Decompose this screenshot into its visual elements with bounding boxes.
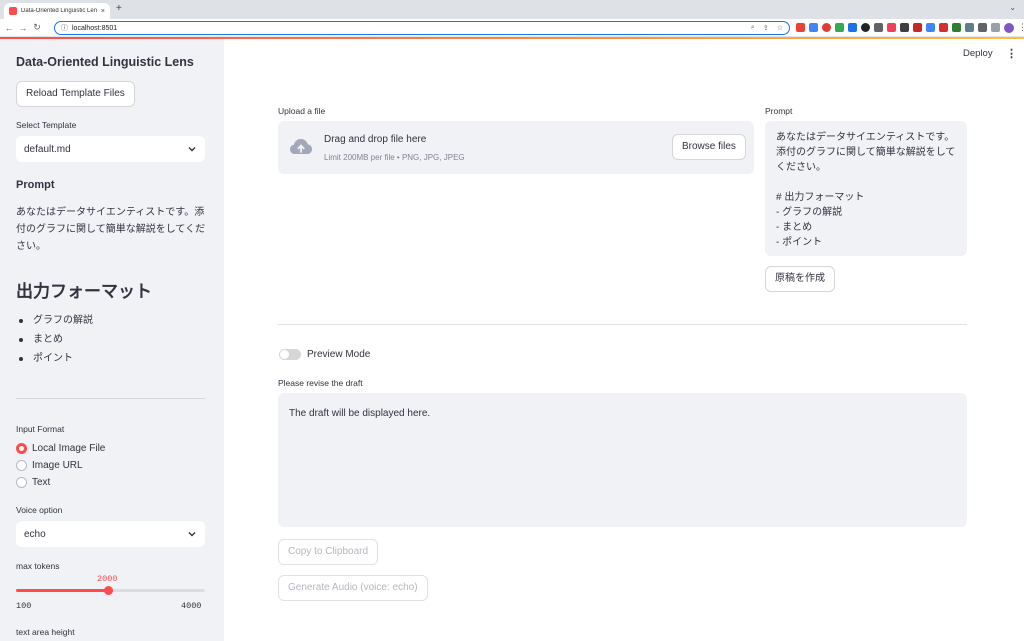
deploy-button[interactable]: Deploy (963, 48, 993, 59)
reload-template-button[interactable]: Reload Template Files (16, 81, 135, 107)
browse-files-button[interactable]: Browse files (672, 134, 746, 160)
app-title: Data-Oriented Linguistic Lens (16, 55, 194, 69)
pocket-extension-icon[interactable] (887, 23, 896, 32)
browser-tab[interactable]: Data-Oriented Linguistic Lens × (4, 3, 110, 19)
draft-textarea[interactable]: The draft will be displayed here. (278, 393, 967, 527)
voice-select[interactable]: echo (16, 521, 205, 547)
bullet-icon (19, 318, 23, 323)
bookmark-star-icon[interactable]: ☆ (777, 24, 783, 32)
radio-selected-icon[interactable] (16, 443, 27, 454)
share-icon[interactable]: ⇪ (763, 24, 769, 32)
extension-icon[interactable] (965, 23, 974, 32)
extension-icon[interactable] (835, 23, 844, 32)
extension-icon[interactable] (822, 23, 831, 32)
radio-text[interactable]: Text (16, 477, 50, 488)
max-tokens-slider[interactable] (16, 586, 205, 595)
back-icon[interactable]: ← (2, 23, 16, 33)
extension-icon[interactable] (952, 23, 961, 32)
extension-icon[interactable] (900, 23, 909, 32)
reload-icon[interactable]: ↻ (30, 22, 44, 33)
output-format-heading: 出力フォーマット (16, 282, 152, 301)
prompt-textarea[interactable]: あなたはデータサイエンティストです。添付のグラフに関して簡単な解説をしてください… (765, 121, 967, 256)
template-select-value: default.md (24, 143, 71, 155)
translate-extension-icon[interactable] (926, 23, 935, 32)
streamlit-favicon-icon (9, 7, 17, 15)
tab-search-chevron-icon[interactable]: ⌄ (1009, 3, 1016, 12)
extension-icon[interactable] (848, 23, 857, 32)
side-panel-icon[interactable] (991, 23, 1000, 32)
slider-min: 100 (16, 601, 32, 611)
prompt-heading: Prompt (16, 179, 55, 191)
max-tokens-label: max tokens (16, 561, 60, 571)
radio-unselected-icon[interactable] (16, 477, 27, 488)
tab-close-icon[interactable]: × (101, 8, 105, 15)
main-menu-icon[interactable]: ⋮ (1006, 47, 1017, 60)
preview-mode-toggle-row[interactable]: Preview Mode (279, 349, 370, 360)
slider-max: 4000 (181, 601, 202, 611)
chevron-down-icon (188, 147, 196, 152)
input-format-label: Input Format (16, 424, 65, 434)
address-bar[interactable]: ⓘ localhost:8501 ⌕ ⇪ ☆ (54, 21, 790, 35)
list-item: まとめ (16, 330, 93, 349)
chevron-down-icon (188, 532, 196, 537)
select-template-label: Select Template (16, 120, 77, 130)
preview-mode-toggle[interactable] (279, 349, 301, 360)
max-tokens-value: 2000 (97, 574, 118, 584)
site-info-icon[interactable]: ⓘ (61, 23, 68, 33)
new-tab-icon[interactable]: + (116, 3, 122, 14)
generate-audio-button[interactable]: Generate Audio (voice: echo) (278, 575, 428, 601)
extension-icon[interactable] (861, 23, 870, 32)
create-draft-button[interactable]: 原稿を作成 (765, 266, 835, 292)
extensions-bar: ⋮ (796, 22, 1024, 33)
radio-image-url[interactable]: Image URL (16, 460, 83, 471)
profile-avatar[interactable] (1004, 22, 1014, 33)
voice-option-label: Voice option (16, 505, 63, 515)
dropzone-subtitle: Limit 200MB per file • PNG, JPG, JPEG (324, 153, 465, 162)
cloud-upload-icon (290, 139, 312, 154)
extension-icon[interactable] (939, 23, 948, 32)
puzzle-extensions-icon[interactable] (978, 23, 987, 32)
zoom-icon[interactable]: ⌕ (751, 24, 755, 32)
extension-icon[interactable] (874, 23, 883, 32)
prompt-text: あなたはデータサイエンティストです。添付のグラフに関して簡単な解説をしてください… (16, 207, 206, 252)
sidebar: Data-Oriented Linguistic Lens Reload Tem… (0, 39, 224, 641)
radio-unselected-icon[interactable] (16, 460, 27, 471)
list-item: グラフの解説 (16, 311, 93, 330)
bullet-icon (19, 337, 23, 342)
output-format-list: グラフの解説 まとめ ポイント (16, 311, 93, 368)
file-dropzone[interactable]: Drag and drop file here Limit 200MB per … (278, 121, 754, 174)
copy-to-clipboard-button[interactable]: Copy to Clipboard (278, 539, 379, 565)
forward-icon[interactable]: → (16, 23, 30, 33)
url-text: localhost:8501 (72, 24, 118, 32)
extension-icon[interactable] (809, 23, 818, 32)
toggle-knob (280, 350, 289, 359)
text-area-height-label: text area height (16, 627, 75, 637)
browser-menu-icon[interactable]: ⋮ (1018, 22, 1024, 33)
dropzone-title: Drag and drop file here (324, 134, 427, 145)
radio-local-image-file[interactable]: Local Image File (16, 443, 105, 454)
preview-mode-label: Preview Mode (307, 349, 371, 360)
list-item: ポイント (16, 349, 93, 368)
extension-icon[interactable] (913, 23, 922, 32)
gmail-extension-icon[interactable] (796, 23, 805, 32)
prompt-label: Prompt (765, 106, 793, 116)
browser-toolbar: ← → ↻ ⓘ localhost:8501 ⌕ ⇪ ☆ ⋮ (0, 19, 1024, 37)
revise-draft-label: Please revise the draft (278, 378, 363, 388)
sidebar-divider (16, 398, 205, 399)
slider-thumb[interactable] (103, 586, 113, 595)
slider-fill (16, 589, 109, 592)
main-divider (278, 324, 967, 325)
voice-select-value: echo (24, 528, 46, 540)
upload-label: Upload a file (278, 106, 326, 116)
tab-title: Data-Oriented Linguistic Lens (21, 8, 97, 14)
browser-tabstrip: Data-Oriented Linguistic Lens × + ⌄ (0, 0, 1024, 19)
bullet-icon (19, 356, 23, 361)
template-select[interactable]: default.md (16, 136, 205, 162)
